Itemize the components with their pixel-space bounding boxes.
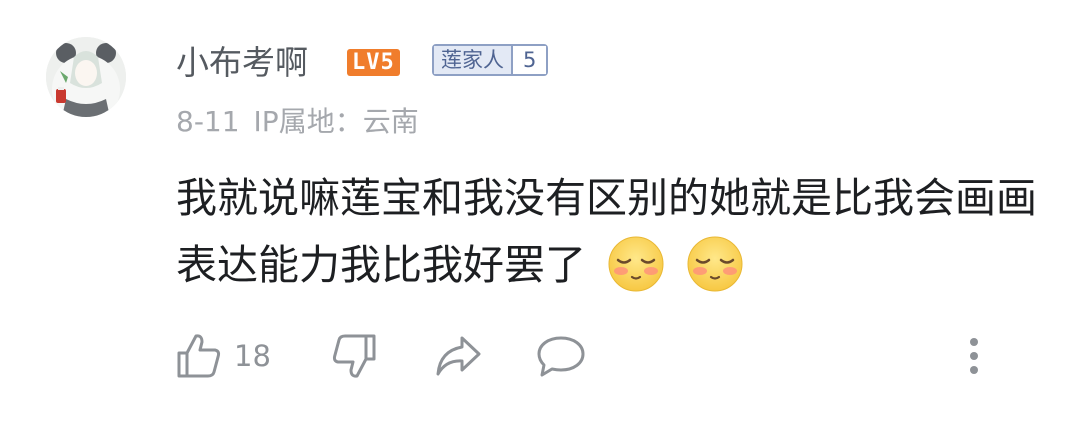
level-badge: LV5 bbox=[347, 49, 400, 76]
thumbs-down-icon bbox=[332, 334, 376, 378]
share-button[interactable] bbox=[434, 330, 482, 382]
more-button[interactable] bbox=[968, 330, 980, 382]
comment-date: 8-11 bbox=[176, 105, 240, 138]
like-count: 18 bbox=[234, 339, 271, 373]
like-button[interactable]: 18 bbox=[176, 330, 271, 382]
user-avatar[interactable] bbox=[46, 37, 126, 117]
username[interactable]: 小布考啊 bbox=[176, 38, 308, 88]
share-icon bbox=[436, 336, 481, 376]
reply-button[interactable] bbox=[536, 330, 586, 382]
ip-location: IP属地：云南 bbox=[253, 105, 419, 138]
sleepy-face-emoji bbox=[686, 235, 744, 293]
sleepy-face-emoji bbox=[607, 235, 665, 293]
more-icon bbox=[970, 338, 978, 374]
comment-content: 我就说嘛莲宝和我没有区别的她就是比我会画画表达能力我比我好罢了 bbox=[176, 165, 1056, 299]
fan-badge-name: 莲家人 bbox=[434, 46, 511, 74]
reply-icon bbox=[537, 336, 585, 377]
fan-badge[interactable]: 莲家人 5 bbox=[432, 44, 549, 76]
thumbs-up-icon bbox=[177, 334, 221, 378]
comment-meta: 8-11 IP属地：云南 bbox=[176, 102, 433, 142]
fan-badge-level: 5 bbox=[511, 46, 547, 74]
comment-actions: 18 bbox=[176, 330, 1026, 382]
avatar-image bbox=[46, 37, 126, 117]
dislike-button[interactable] bbox=[331, 330, 377, 382]
